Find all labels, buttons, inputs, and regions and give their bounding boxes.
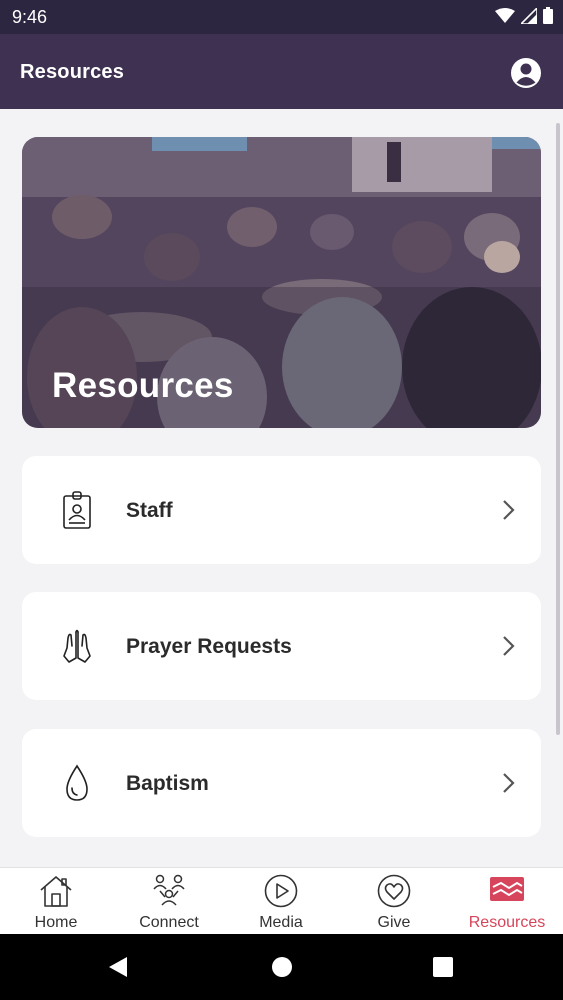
home-circle-icon[interactable] <box>271 956 293 978</box>
list-item-label: Staff <box>126 499 173 522</box>
page-title: Resources <box>20 61 125 83</box>
water-drop-icon <box>66 764 88 801</box>
chevron-right-icon <box>503 773 515 793</box>
app-bar: Resources <box>0 34 563 109</box>
scrollbar[interactable] <box>556 123 560 735</box>
praying-hands-icon <box>63 629 91 663</box>
nav-connect[interactable]: Connect <box>113 868 225 935</box>
system-nav-bar <box>0 934 563 1000</box>
back-icon[interactable] <box>107 956 129 978</box>
resources-icon <box>490 877 524 901</box>
recents-icon[interactable] <box>433 957 453 977</box>
nav-give[interactable]: Give <box>338 868 450 935</box>
nav-label: Connect <box>139 914 199 931</box>
nav-media[interactable]: Media <box>225 868 337 935</box>
heart-circle-icon <box>377 874 411 908</box>
cell-signal-icon <box>521 7 537 24</box>
nav-home[interactable]: Home <box>0 868 112 935</box>
nav-label: Resources <box>468 914 546 931</box>
bottom-nav: Home Connect Media Give Resources <box>0 867 563 934</box>
staff-badge-icon <box>63 491 91 529</box>
battery-icon <box>543 7 553 24</box>
home-icon <box>40 876 72 907</box>
nav-label: Home <box>34 914 78 931</box>
status-icons <box>495 7 553 24</box>
profile-icon[interactable] <box>510 57 542 89</box>
list-item-prayer-requests[interactable]: Prayer Requests <box>22 592 541 700</box>
play-circle-icon <box>264 874 298 908</box>
hero-banner: Resources <box>22 137 541 428</box>
list-item-staff[interactable]: Staff <box>22 456 541 564</box>
list-item-label: Baptism <box>126 772 209 795</box>
status-bar: 9:46 <box>0 0 563 34</box>
content-area[interactable]: Resources Staff Prayer Requests Baptism <box>0 109 563 867</box>
chevron-right-icon <box>503 636 515 656</box>
list-item-baptism[interactable]: Baptism <box>22 729 541 837</box>
nav-label: Media <box>259 914 303 931</box>
connect-people-icon <box>153 874 185 906</box>
nav-resources[interactable]: Resources <box>451 868 563 935</box>
list-item-label: Prayer Requests <box>126 635 292 658</box>
status-time: 9:46 <box>12 7 48 27</box>
chevron-right-icon <box>503 500 515 520</box>
wifi-icon <box>495 7 515 23</box>
nav-label: Give <box>377 914 411 931</box>
hero-title: Resources <box>52 366 234 405</box>
